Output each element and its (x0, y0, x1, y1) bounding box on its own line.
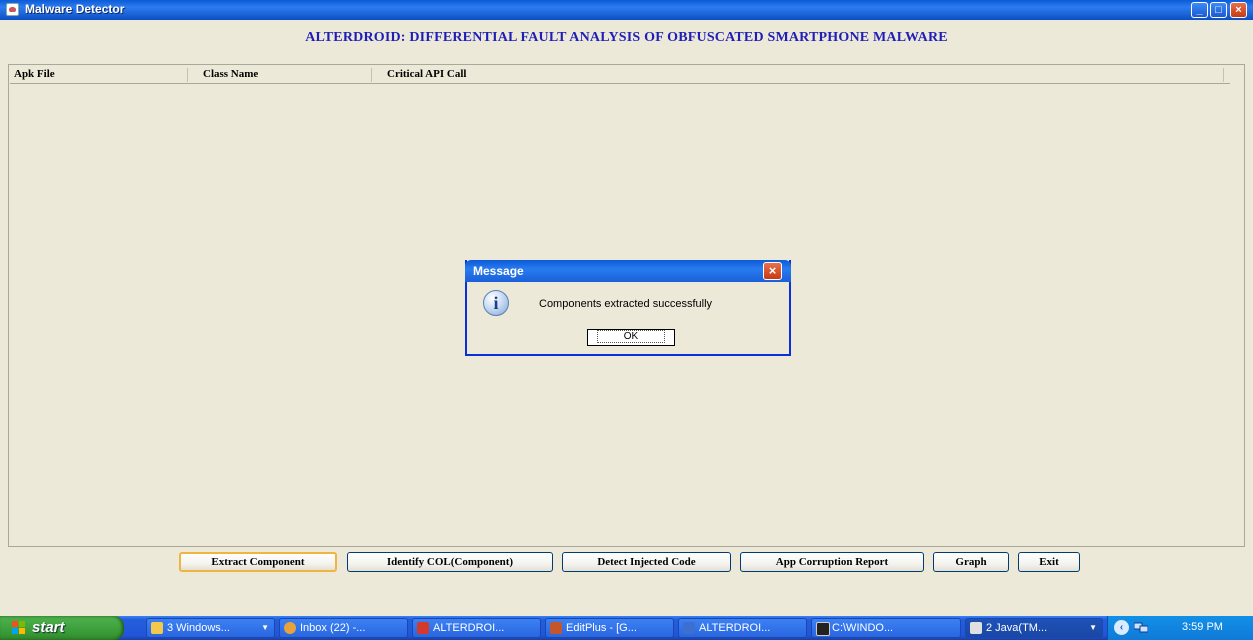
taskbar-item-label: C:\WINDO... (832, 622, 894, 634)
taskbar-item-label: ALTERDROI... (433, 622, 505, 634)
column-header-critical-api-call[interactable]: Critical API Call (387, 68, 466, 80)
taskbar-item-cmd[interactable]: C:\WINDO... (811, 618, 961, 638)
identify-col-button[interactable]: Identify COL(Component) (347, 552, 553, 572)
chrome-icon (284, 622, 296, 634)
graph-button[interactable]: Graph (933, 552, 1009, 572)
close-button[interactable]: × (1230, 2, 1247, 18)
java-app-icon (6, 3, 19, 16)
column-divider[interactable] (187, 68, 188, 82)
dialog-title: Message (473, 264, 524, 278)
detect-injected-code-button[interactable]: Detect Injected Code (562, 552, 731, 572)
pdf-icon (417, 622, 429, 634)
taskbar-item-windows-explorer[interactable]: 3 Windows... ▼ (146, 618, 275, 638)
ok-button-label: OK (596, 330, 666, 343)
word-icon (683, 622, 695, 634)
taskbar-item-editplus[interactable]: EditPlus - [G... (545, 618, 674, 638)
taskbar-item-java[interactable]: 2 Java(TM... ▼ (965, 618, 1103, 638)
taskbar-item-label: Inbox (22) -... (300, 622, 366, 634)
table-header: Apk File Class Name Critical API Call (10, 66, 1230, 84)
system-tray: ‹ 3:59 PM (1107, 616, 1253, 640)
maximize-button[interactable]: □ (1210, 2, 1227, 18)
taskbar-item-label: EditPlus - [G... (566, 622, 637, 634)
exit-button[interactable]: Exit (1018, 552, 1080, 572)
minimize-button[interactable]: _ (1191, 2, 1208, 18)
information-icon: i (483, 290, 509, 316)
page-heading: ALTERDROID: DIFFERENTIAL FAULT ANALYSIS … (305, 30, 948, 45)
start-label: start (32, 619, 65, 636)
window-title: Malware Detector (25, 2, 125, 16)
taskbar-item-label: 3 Windows... (167, 622, 230, 634)
app-corruption-report-button[interactable]: App Corruption Report (740, 552, 924, 572)
dialog-titlebar[interactable]: Message × (465, 260, 791, 282)
taskbar-clock[interactable]: 3:59 PM (1182, 621, 1223, 633)
dialog-message: Components extracted successfully (539, 298, 713, 310)
network-icon[interactable] (1134, 621, 1148, 633)
taskbar-item-label: ALTERDROI... (699, 622, 771, 634)
ok-button[interactable]: OK (587, 329, 675, 346)
extract-component-button[interactable]: Extract Component (179, 552, 337, 572)
window-titlebar: Malware Detector _ □ × (0, 0, 1253, 20)
column-divider[interactable] (371, 68, 372, 82)
editplus-icon (550, 622, 562, 634)
java-icon (970, 622, 982, 634)
cmd-icon (816, 622, 830, 636)
chevron-down-icon: ▼ (261, 623, 269, 632)
column-header-class-name[interactable]: Class Name (203, 68, 258, 80)
column-divider[interactable] (1223, 68, 1224, 82)
start-button[interactable]: start (0, 616, 124, 640)
windows-logo-icon (12, 621, 26, 635)
message-dialog: Message × i Components extracted success… (465, 260, 791, 356)
folder-icon (151, 622, 163, 634)
dialog-close-button[interactable]: × (763, 262, 782, 280)
taskbar: start 3 Windows... ▼ Inbox (22) -... ALT… (0, 616, 1253, 640)
show-hidden-icons-button[interactable]: ‹ (1114, 620, 1129, 635)
column-header-apk-file[interactable]: Apk File (14, 68, 55, 80)
chevron-down-icon: ▼ (1089, 623, 1097, 632)
taskbar-item-word[interactable]: ALTERDROI... (678, 618, 807, 638)
taskbar-item-pdf[interactable]: ALTERDROI... (412, 618, 541, 638)
taskbar-item-inbox[interactable]: Inbox (22) -... (279, 618, 408, 638)
taskbar-item-label: 2 Java(TM... (986, 622, 1048, 634)
